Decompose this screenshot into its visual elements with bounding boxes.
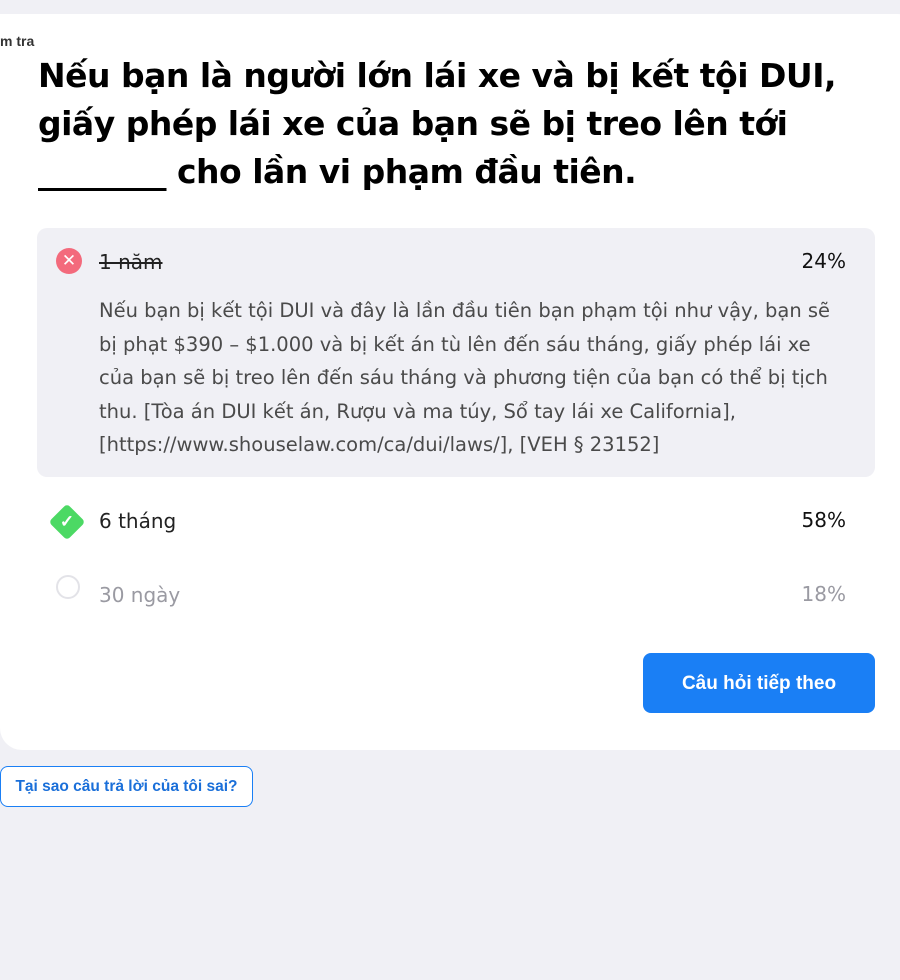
question-line-2: giấy phép lái xe của bạn sẽ bị treo lên … bbox=[38, 104, 788, 143]
answer-percent: 18% bbox=[801, 582, 846, 606]
empty-circle-icon bbox=[56, 575, 80, 599]
header-cut-label: m tra bbox=[0, 33, 35, 49]
question-line-1: Nếu bạn là người lớn lái xe và bị kết tộ… bbox=[38, 56, 837, 95]
answer-percent: 24% bbox=[801, 249, 846, 273]
x-circle-icon: ✕ bbox=[56, 248, 82, 274]
answer-percent: 58% bbox=[801, 508, 846, 532]
answer-list: ✕ 1 năm 24% Nếu bạn bị kết tội DUI và đâ… bbox=[37, 228, 875, 625]
answer-explanation: Nếu bạn bị kết tội DUI và đây là lần đầu… bbox=[99, 299, 831, 456]
check-diamond-icon: ✓ bbox=[48, 503, 86, 541]
answer-label: 6 tháng bbox=[99, 509, 177, 533]
answer-label: 1 năm bbox=[99, 250, 163, 274]
answer-option-wrong[interactable]: ✕ 1 năm 24% Nếu bạn bị kết tội DUI và đâ… bbox=[37, 228, 875, 477]
answer-option-correct[interactable]: ✓ 6 tháng 58% bbox=[37, 477, 875, 551]
next-question-button[interactable]: Câu hỏi tiếp theo bbox=[643, 653, 875, 713]
answer-label: 30 ngày bbox=[99, 583, 181, 607]
question-line-3: ________ cho lần vi phạm đầu tiên. bbox=[38, 152, 637, 191]
why-wrong-button[interactable]: Tại sao câu trả lời của tôi sai? bbox=[0, 766, 253, 807]
answer-option-unselected[interactable]: 30 ngày 18% bbox=[37, 551, 875, 625]
question-text: Nếu bạn là người lớn lái xe và bị kết tộ… bbox=[38, 52, 838, 196]
